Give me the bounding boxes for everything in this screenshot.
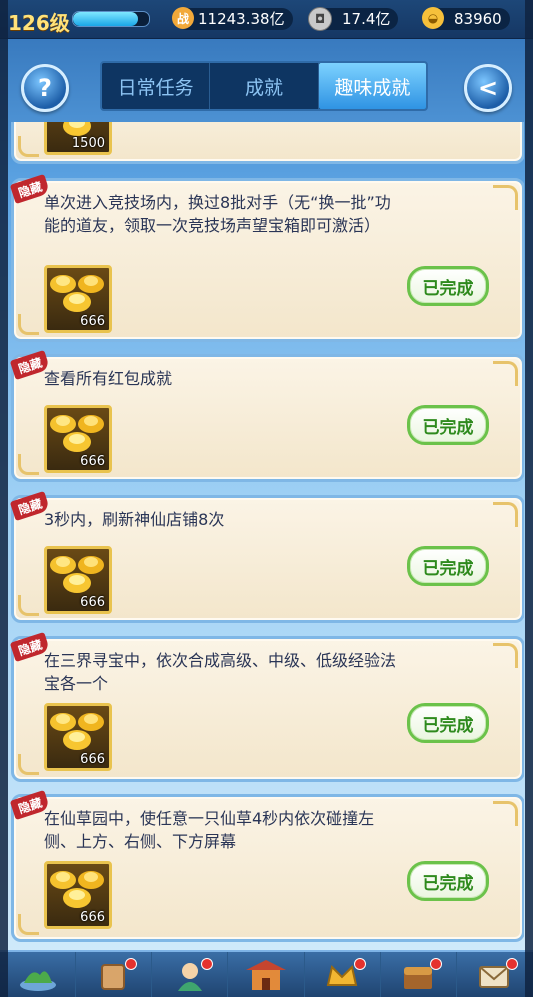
player-level: 126级 — [8, 11, 70, 35]
nav-crown[interactable] — [305, 952, 381, 997]
nav-mail[interactable] — [457, 952, 533, 997]
notification-dot — [201, 958, 214, 970]
completed-button[interactable]: 已完成 — [407, 861, 489, 901]
reward-count: 666 — [80, 454, 105, 469]
help-button[interactable]: ? — [21, 64, 69, 112]
reward-item[interactable]: 666 — [44, 265, 112, 333]
right-edge — [525, 0, 533, 997]
reward-item[interactable]: 666 — [44, 861, 112, 929]
corner-ornament-icon — [493, 643, 518, 668]
notification-dot — [429, 958, 442, 970]
achievement-card: 隐藏 在三界寻宝中，依次合成高级、中级、低级经验法宝各一个 666 已完成 — [9, 631, 524, 782]
achievement-description: 在三界寻宝中，依次合成高级、中级、低级经验法宝各一个 — [44, 651, 397, 693]
nav-scroll[interactable] — [76, 952, 153, 997]
reward-item[interactable]: 666 — [44, 546, 112, 614]
achievement-card: 隐藏 查看所有红包成就 666 已完成 — [9, 349, 524, 482]
completed-button[interactable]: 已完成 — [407, 405, 489, 445]
corner-ornament-icon — [18, 136, 39, 157]
xp-bar — [72, 11, 150, 27]
corner-ornament-icon — [493, 801, 518, 826]
achievement-card: 隐藏 单次进入竞技场内，换过8批对手（无“换一批”功能的道友，领取一次竞技场声望… — [9, 173, 524, 342]
achievement-description: 3秒内，刷新神仙店铺8次 — [44, 510, 225, 529]
game-screen: 126级 战 11243.38亿 ◘ 17.4亿 ◒ 83960 ? 日常任务 … — [0, 0, 533, 997]
corner-ornament-icon — [18, 454, 39, 475]
corner-ornament-icon — [18, 914, 39, 935]
reward-item[interactable]: 666 — [44, 405, 112, 473]
power-display: 战 11243.38亿 — [172, 7, 293, 30]
corner-ornament-icon — [493, 502, 518, 527]
xp-bar-fill — [73, 12, 138, 26]
reward-item[interactable]: 666 — [44, 703, 112, 771]
back-button[interactable]: < — [464, 64, 512, 112]
coins-display: ◘ 17.4亿 — [308, 7, 399, 31]
notification-dot — [125, 958, 138, 970]
left-edge — [0, 0, 8, 997]
corner-ornament-icon — [18, 754, 39, 775]
completed-button[interactable]: 已完成 — [407, 703, 489, 743]
bottom-nav — [0, 950, 533, 997]
reward-item[interactable]: 1500 — [44, 122, 112, 155]
gold-ingot-icon: ◒ — [422, 7, 444, 29]
achievement-description: 在仙草园中，使任意一只仙草4秒内依次碰撞左侧、上方、右侧、下方屏幕 — [44, 809, 375, 851]
reward-count: 666 — [80, 752, 105, 767]
nav-pavilion[interactable] — [228, 952, 305, 997]
status-bar: 126级 战 11243.38亿 ◘ 17.4亿 ◒ 83960 — [0, 0, 533, 39]
reward-count: 666 — [80, 595, 105, 610]
tab-fun-achievements[interactable]: 趣味成就 — [318, 63, 426, 109]
corner-ornament-icon — [493, 361, 518, 386]
nav-island[interactable] — [0, 952, 77, 997]
pavilion-icon — [245, 959, 286, 990]
corner-ornament-icon — [18, 595, 39, 616]
nav-treasure[interactable] — [381, 952, 457, 997]
ingots-display: ◒ 83960 — [422, 7, 510, 30]
notification-dot — [353, 958, 366, 970]
notification-dot — [505, 958, 518, 970]
reward-count: 666 — [80, 910, 105, 925]
zhan-power-icon: 战 — [172, 7, 194, 29]
completed-button[interactable]: 已完成 — [407, 266, 489, 306]
island-icon — [19, 970, 56, 991]
copper-coin-icon: ◘ — [308, 7, 332, 31]
tab-achievements[interactable]: 成就 — [210, 63, 319, 109]
achievement-card: 1500 — [11, 122, 524, 164]
achievement-card: 隐藏 3秒内，刷新神仙店铺8次 666 已完成 — [9, 490, 524, 623]
nav-character[interactable] — [152, 952, 229, 997]
achievement-description: 查看所有红包成就 — [44, 369, 173, 388]
achievement-card: 隐藏 在仙草园中，使任意一只仙草4秒内依次碰撞左侧、上方、右侧、下方屏幕 666… — [9, 789, 524, 942]
tab-daily-tasks[interactable]: 日常任务 — [102, 63, 211, 109]
tab-bar: 日常任务 成就 趣味成就 — [100, 61, 428, 111]
achievement-list[interactable]: 1500 隐藏 单次进入竞技场内，换过8批对手（无“换一批”功能的道友，领取一次… — [8, 122, 524, 950]
corner-ornament-icon — [493, 185, 518, 210]
reward-count: 1500 — [71, 136, 105, 151]
achievement-description: 单次进入竞技场内，换过8批对手（无“换一批”功能的道友，领取一次竞技场声望宝箱即… — [44, 193, 391, 235]
reward-count: 666 — [80, 314, 105, 329]
corner-ornament-icon — [18, 314, 39, 335]
completed-button[interactable]: 已完成 — [407, 546, 489, 586]
